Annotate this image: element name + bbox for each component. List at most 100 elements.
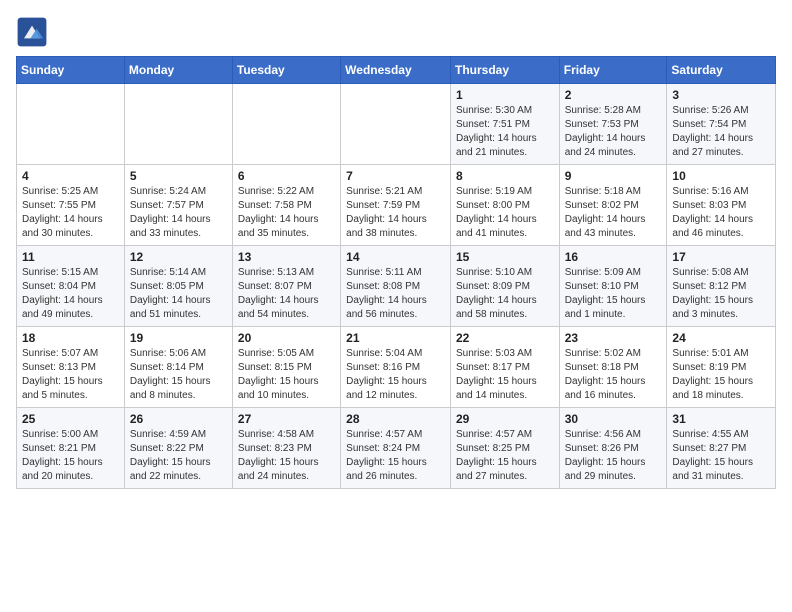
day-info: Sunrise: 5:07 AM Sunset: 8:13 PM Dayligh… — [22, 347, 119, 403]
day-info: Sunrise: 5:16 AM Sunset: 8:03 PM Dayligh… — [672, 185, 770, 241]
day-number: 25 — [22, 412, 119, 426]
calendar-cell: 19 Sunrise: 5:06 AM Sunset: 8:14 PM Dayli… — [124, 327, 232, 408]
day-info: Sunrise: 5:14 AM Sunset: 8:05 PM Dayligh… — [130, 266, 227, 322]
calendar-body: 1 Sunrise: 5:30 AM Sunset: 7:51 PM Daylig… — [17, 84, 776, 489]
day-info: Sunrise: 5:24 AM Sunset: 7:57 PM Dayligh… — [130, 185, 227, 241]
day-number: 16 — [565, 250, 662, 264]
day-info: Sunrise: 5:04 AM Sunset: 8:16 PM Dayligh… — [346, 347, 445, 403]
day-info: Sunrise: 5:26 AM Sunset: 7:54 PM Dayligh… — [672, 104, 770, 160]
day-info: Sunrise: 5:05 AM Sunset: 8:15 PM Dayligh… — [238, 347, 335, 403]
calendar-cell: 21 Sunrise: 5:04 AM Sunset: 8:16 PM Dayli… — [341, 327, 451, 408]
calendar-cell: 22 Sunrise: 5:03 AM Sunset: 8:17 PM Dayli… — [450, 327, 559, 408]
day-number: 9 — [565, 169, 662, 183]
day-number: 8 — [456, 169, 554, 183]
calendar-week-5: 25 Sunrise: 5:00 AM Sunset: 8:21 PM Dayli… — [17, 408, 776, 489]
weekday-header-friday: Friday — [559, 57, 667, 84]
calendar-cell: 17Sunrise: 5:08 AM Sunset: 8:12 PM Dayli… — [667, 246, 776, 327]
calendar-cell: 10 Sunrise: 5:16 AM Sunset: 8:03 PM Dayli… — [667, 165, 776, 246]
day-number: 2 — [565, 88, 662, 102]
day-number: 1 — [456, 88, 554, 102]
calendar-cell: 11Sunrise: 5:15 AM Sunset: 8:04 PM Dayli… — [17, 246, 125, 327]
day-number: 4 — [22, 169, 119, 183]
day-info: Sunrise: 5:21 AM Sunset: 7:59 PM Dayligh… — [346, 185, 445, 241]
day-number: 21 — [346, 331, 445, 345]
day-info: Sunrise: 5:28 AM Sunset: 7:53 PM Dayligh… — [565, 104, 662, 160]
day-info: Sunrise: 5:09 AM Sunset: 8:10 PM Dayligh… — [565, 266, 662, 322]
calendar-cell: 23 Sunrise: 5:02 AM Sunset: 8:18 PM Dayli… — [559, 327, 667, 408]
calendar-cell: 29 Sunrise: 4:57 AM Sunset: 8:25 PM Dayli… — [450, 408, 559, 489]
day-number: 15 — [456, 250, 554, 264]
calendar-cell: 30 Sunrise: 4:56 AM Sunset: 8:26 PM Dayli… — [559, 408, 667, 489]
calendar-cell: 27Sunrise: 4:58 AM Sunset: 8:23 PM Dayli… — [232, 408, 340, 489]
day-info: Sunrise: 5:10 AM Sunset: 8:09 PM Dayligh… — [456, 266, 554, 322]
calendar-cell: 12 Sunrise: 5:14 AM Sunset: 8:05 PM Dayli… — [124, 246, 232, 327]
day-info: Sunrise: 5:15 AM Sunset: 8:04 PM Dayligh… — [22, 266, 119, 322]
calendar-cell: 28 Sunrise: 4:57 AM Sunset: 8:24 PM Dayli… — [341, 408, 451, 489]
day-number: 24 — [672, 331, 770, 345]
calendar-cell: 7 Sunrise: 5:21 AM Sunset: 7:59 PM Daylig… — [341, 165, 451, 246]
day-number: 12 — [130, 250, 227, 264]
day-info: Sunrise: 5:06 AM Sunset: 8:14 PM Dayligh… — [130, 347, 227, 403]
calendar-week-2: 4 Sunrise: 5:25 AM Sunset: 7:55 PM Daylig… — [17, 165, 776, 246]
day-number: 5 — [130, 169, 227, 183]
day-info: Sunrise: 5:13 AM Sunset: 8:07 PM Dayligh… — [238, 266, 335, 322]
day-info: Sunrise: 4:57 AM Sunset: 8:24 PM Dayligh… — [346, 428, 445, 484]
calendar-cell: 3 Sunrise: 5:26 AM Sunset: 7:54 PM Daylig… — [667, 84, 776, 165]
day-number: 19 — [130, 331, 227, 345]
day-info: Sunrise: 5:11 AM Sunset: 8:08 PM Dayligh… — [346, 266, 445, 322]
page-header — [16, 16, 776, 48]
weekday-header-monday: Monday — [124, 57, 232, 84]
day-number: 20 — [238, 331, 335, 345]
day-info: Sunrise: 5:19 AM Sunset: 8:00 PM Dayligh… — [456, 185, 554, 241]
day-number: 6 — [238, 169, 335, 183]
day-info: Sunrise: 5:00 AM Sunset: 8:21 PM Dayligh… — [22, 428, 119, 484]
day-info: Sunrise: 5:03 AM Sunset: 8:17 PM Dayligh… — [456, 347, 554, 403]
day-info: Sunrise: 5:02 AM Sunset: 8:18 PM Dayligh… — [565, 347, 662, 403]
calendar-cell: 9Sunrise: 5:18 AM Sunset: 8:02 PM Daylig… — [559, 165, 667, 246]
calendar-cell: 8 Sunrise: 5:19 AM Sunset: 8:00 PM Daylig… — [450, 165, 559, 246]
calendar-table: SundayMondayTuesdayWednesdayThursdayFrid… — [16, 56, 776, 489]
day-number: 7 — [346, 169, 445, 183]
logo — [16, 16, 52, 48]
day-number: 18 — [22, 331, 119, 345]
day-number: 3 — [672, 88, 770, 102]
calendar-cell: 20 Sunrise: 5:05 AM Sunset: 8:15 PM Dayli… — [232, 327, 340, 408]
calendar-week-3: 11Sunrise: 5:15 AM Sunset: 8:04 PM Dayli… — [17, 246, 776, 327]
calendar-cell: 5 Sunrise: 5:24 AM Sunset: 7:57 PM Daylig… — [124, 165, 232, 246]
calendar-cell — [232, 84, 340, 165]
day-number: 13 — [238, 250, 335, 264]
logo-icon — [16, 16, 48, 48]
day-info: Sunrise: 5:30 AM Sunset: 7:51 PM Dayligh… — [456, 104, 554, 160]
day-number: 14 — [346, 250, 445, 264]
day-number: 28 — [346, 412, 445, 426]
weekday-header-saturday: Saturday — [667, 57, 776, 84]
calendar-cell: 18 Sunrise: 5:07 AM Sunset: 8:13 PM Dayli… — [17, 327, 125, 408]
weekday-header-sunday: Sunday — [17, 57, 125, 84]
calendar-cell: 2 Sunrise: 5:28 AM Sunset: 7:53 PM Daylig… — [559, 84, 667, 165]
calendar-cell: 14 Sunrise: 5:11 AM Sunset: 8:08 PM Dayli… — [341, 246, 451, 327]
day-info: Sunrise: 4:59 AM Sunset: 8:22 PM Dayligh… — [130, 428, 227, 484]
day-number: 29 — [456, 412, 554, 426]
calendar-cell — [341, 84, 451, 165]
day-number: 26 — [130, 412, 227, 426]
calendar-cell: 1 Sunrise: 5:30 AM Sunset: 7:51 PM Daylig… — [450, 84, 559, 165]
day-number: 30 — [565, 412, 662, 426]
day-info: Sunrise: 4:55 AM Sunset: 8:27 PM Dayligh… — [672, 428, 770, 484]
calendar-week-4: 18 Sunrise: 5:07 AM Sunset: 8:13 PM Dayli… — [17, 327, 776, 408]
calendar-cell: 16 Sunrise: 5:09 AM Sunset: 8:10 PM Dayli… — [559, 246, 667, 327]
calendar-cell: 31Sunrise: 4:55 AM Sunset: 8:27 PM Dayli… — [667, 408, 776, 489]
day-number: 10 — [672, 169, 770, 183]
calendar-cell: 15 Sunrise: 5:10 AM Sunset: 8:09 PM Dayli… — [450, 246, 559, 327]
calendar-cell — [124, 84, 232, 165]
day-number: 22 — [456, 331, 554, 345]
day-number: 23 — [565, 331, 662, 345]
weekday-header-thursday: Thursday — [450, 57, 559, 84]
day-info: Sunrise: 4:57 AM Sunset: 8:25 PM Dayligh… — [456, 428, 554, 484]
weekday-header-row: SundayMondayTuesdayWednesdayThursdayFrid… — [17, 57, 776, 84]
day-number: 17 — [672, 250, 770, 264]
day-info: Sunrise: 4:58 AM Sunset: 8:23 PM Dayligh… — [238, 428, 335, 484]
day-info: Sunrise: 4:56 AM Sunset: 8:26 PM Dayligh… — [565, 428, 662, 484]
calendar-cell — [17, 84, 125, 165]
calendar-cell: 25 Sunrise: 5:00 AM Sunset: 8:21 PM Dayli… — [17, 408, 125, 489]
day-info: Sunrise: 5:25 AM Sunset: 7:55 PM Dayligh… — [22, 185, 119, 241]
